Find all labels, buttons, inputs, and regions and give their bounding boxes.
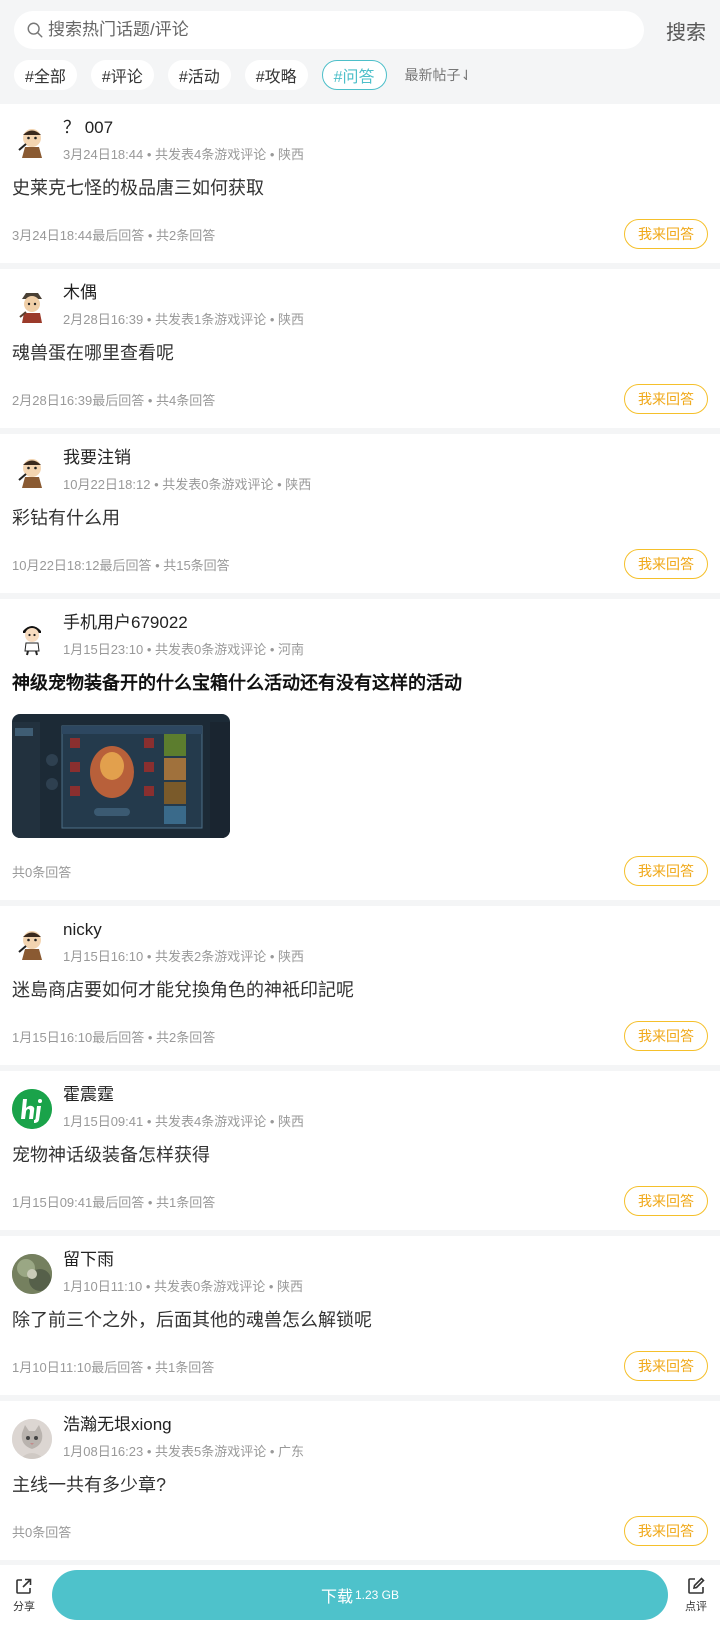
answer-button[interactable]: 我来回答 [624, 1351, 708, 1381]
post-meta: 10月22日18:12 • 共发表0条游戏评论 • 陕西 [63, 477, 312, 492]
green-logo-avatar-icon [12, 1089, 52, 1129]
download-button[interactable]: 下载 1.23 GB [52, 1570, 668, 1620]
post-card[interactable]: 浩瀚无垠xiong 1月08日16:23 • 共发表5条游戏评论 • 广东 主线… [0, 1401, 720, 1560]
avatar[interactable] [12, 1419, 52, 1459]
game-screenshot-image [12, 714, 230, 838]
user-row: 留下雨 1月10日11:10 • 共发表0条游戏评论 • 陕西 [12, 1248, 708, 1295]
answer-button[interactable]: 我来回答 [624, 1021, 708, 1051]
photo-avatar-icon [12, 1254, 52, 1294]
user-row: nicky 1月15日16:10 • 共发表2条游戏评论 • 陕西 [12, 918, 708, 965]
username[interactable]: 霍震霆 [63, 1083, 304, 1107]
avatar[interactable] [12, 1089, 52, 1129]
answer-button[interactable]: 我来回答 [624, 549, 708, 579]
answer-button[interactable]: 我来回答 [624, 1516, 708, 1546]
cartoon-boy-avatar-icon [23, 626, 41, 656]
question-title[interactable]: 彩钻有什么用 [12, 505, 708, 531]
post-meta: 1月10日11:10 • 共发表0条游戏评论 • 陕西 [63, 1279, 304, 1294]
avatar[interactable] [12, 122, 52, 162]
answer-stats: 2月28日16:39最后回答 • 共4条回答 [12, 392, 216, 408]
share-icon [16, 1578, 32, 1594]
username[interactable]: nicky [63, 918, 304, 942]
tag-qa[interactable]: #问答 [321, 60, 387, 90]
footer-bar: 分享 下载 1.23 GB 点评 [0, 1565, 720, 1625]
edit-icon [688, 1577, 705, 1594]
answer-stats: 10月22日18:12最后回答 • 共15条回答 [12, 557, 230, 573]
tag-comment[interactable]: #评论 [90, 60, 154, 90]
monk-avatar-icon [18, 459, 42, 488]
tag-filter-row: #全部 #评论 #活动 #攻略 #问答 最新帖子⇃ [14, 60, 706, 90]
user-row: 我要注销 10月22日18:12 • 共发表0条游戏评论 • 陕西 [12, 446, 708, 493]
tag-guide[interactable]: #攻略 [244, 60, 308, 90]
monk-avatar-icon [18, 129, 42, 158]
user-row: 手机用户679022 1月15日23:10 • 共发表0条游戏评论 • 河南 [12, 611, 708, 658]
post-meta: 1月15日23:10 • 共发表0条游戏评论 • 河南 [63, 642, 305, 657]
post-meta: 3月24日18:44 • 共发表4条游戏评论 • 陕西 [63, 147, 305, 162]
post-card[interactable]: nicky 1月15日16:10 • 共发表2条游戏评论 • 陕西 迷島商店要如… [0, 906, 720, 1065]
answer-stats: 3月24日18:44最后回答 • 共2条回答 [12, 227, 216, 243]
username[interactable]: 留下雨 [63, 1248, 303, 1272]
answer-button[interactable]: 我来回答 [624, 856, 708, 886]
post-card[interactable]: 木偶 2月28日16:39 • 共发表1条游戏评论 • 陕西 魂兽蛋在哪里查看呢… [0, 269, 720, 428]
post-card[interactable]: 我要注销 10月22日18:12 • 共发表0条游戏评论 • 陕西 彩钻有什么用… [0, 434, 720, 593]
share-label: 分享 [13, 1601, 35, 1613]
post-meta: 1月15日09:41 • 共发表4条游戏评论 • 陕西 [63, 1114, 305, 1129]
search-icon [27, 22, 43, 38]
download-label: 下载 [320, 1589, 353, 1606]
avatar[interactable] [12, 924, 52, 964]
post-meta: 2月28日16:39 • 共发表1条游戏评论 • 陕西 [63, 312, 305, 327]
post-card[interactable]: 霍震霆 1月15日09:41 • 共发表4条游戏评论 • 陕西 宠物神话级装备怎… [0, 1071, 720, 1230]
avatar[interactable] [12, 617, 52, 657]
question-title[interactable]: 宠物神话级装备怎样获得 [12, 1142, 708, 1168]
review-button[interactable]: 点评 [672, 1576, 720, 1614]
post-list: ？ 007 3月24日18:44 • 共发表4条游戏评论 • 陕西 史莱克七怪的… [0, 104, 720, 1560]
post-meta: 1月15日16:10 • 共发表2条游戏评论 • 陕西 [63, 949, 305, 964]
search-box[interactable] [14, 11, 644, 49]
puppet-avatar-icon [19, 293, 42, 323]
download-size: 1.23 GB [354, 1588, 400, 1602]
username[interactable]: 浩瀚无垠xiong [63, 1413, 304, 1437]
answer-button[interactable]: 我来回答 [624, 384, 708, 414]
tag-all[interactable]: #全部 [14, 60, 77, 90]
sort-toggle[interactable]: 最新帖子⇃ [405, 65, 473, 85]
answer-button[interactable]: 我来回答 [624, 219, 708, 249]
username[interactable]: ？ 007 [63, 116, 304, 140]
username[interactable]: 手机用户679022 [63, 611, 304, 635]
answer-stats: 共0条回答 [12, 864, 72, 880]
answer-stats: 1月15日16:10最后回答 • 共2条回答 [12, 1029, 216, 1045]
cat-avatar-icon [12, 1419, 52, 1459]
post-card[interactable]: 留下雨 1月10日11:10 • 共发表0条游戏评论 • 陕西 除了前三个之外，… [0, 1236, 720, 1395]
monk-avatar-icon [18, 931, 42, 960]
tag-event[interactable]: #活动 [167, 60, 231, 90]
user-row: 浩瀚无垠xiong 1月08日16:23 • 共发表5条游戏评论 • 广东 [12, 1413, 708, 1460]
question-title[interactable]: 史莱克七怪的极品唐三如何获取 [12, 175, 708, 201]
avatar[interactable] [12, 452, 52, 492]
post-card[interactable]: 手机用户679022 1月15日23:10 • 共发表0条游戏评论 • 河南 神… [0, 599, 720, 900]
avatar[interactable] [12, 287, 52, 327]
answer-button[interactable]: 我来回答 [624, 1186, 708, 1216]
search-input[interactable] [48, 20, 644, 40]
username[interactable]: 我要注销 [63, 446, 311, 470]
review-label: 点评 [685, 1601, 707, 1613]
avatar[interactable] [12, 1254, 52, 1294]
share-button[interactable]: 分享 [0, 1576, 48, 1614]
header: 搜索 #全部 #评论 #活动 #攻略 #问答 最新帖子⇃ [0, 0, 720, 104]
question-title[interactable]: 除了前三个之外，后面其他的魂兽怎么解锁呢 [12, 1307, 708, 1333]
question-title[interactable]: 主线一共有多少章? [12, 1472, 708, 1498]
user-row: 木偶 2月28日16:39 • 共发表1条游戏评论 • 陕西 [12, 281, 708, 328]
post-card[interactable]: ？ 007 3月24日18:44 • 共发表4条游戏评论 • 陕西 史莱克七怪的… [0, 104, 720, 263]
post-meta: 1月08日16:23 • 共发表5条游戏评论 • 广东 [63, 1444, 305, 1459]
post-image[interactable] [12, 714, 230, 838]
user-row: ？ 007 3月24日18:44 • 共发表4条游戏评论 • 陕西 [12, 116, 708, 163]
question-title[interactable]: 神级宠物装备开的什么宝箱什么活动还有没有这样的活动 [12, 670, 708, 696]
answer-stats: 共0条回答 [12, 1524, 72, 1540]
question-title[interactable]: 迷島商店要如何才能兌換角色的神衹印記呢 [12, 977, 708, 1003]
search-button[interactable]: 搜索 [644, 16, 706, 45]
answer-stats: 1月10日11:10最后回答 • 共1条回答 [12, 1359, 215, 1375]
username[interactable]: 木偶 [63, 281, 304, 305]
answer-stats: 1月15日09:41最后回答 • 共1条回答 [12, 1194, 216, 1210]
search-row: 搜索 [14, 10, 706, 50]
question-title[interactable]: 魂兽蛋在哪里查看呢 [12, 340, 708, 366]
user-row: 霍震霆 1月15日09:41 • 共发表4条游戏评论 • 陕西 [12, 1083, 708, 1130]
